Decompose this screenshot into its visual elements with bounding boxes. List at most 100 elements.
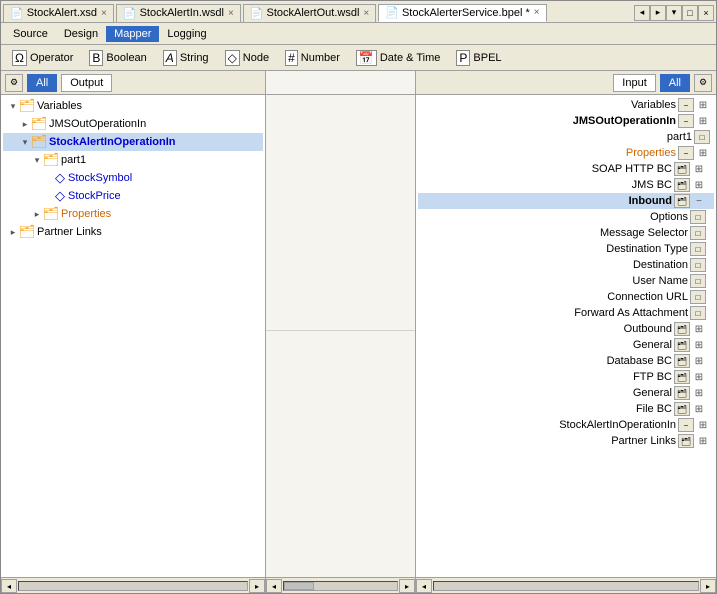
tab-close-3[interactable]: × [363,8,369,19]
rtree-options-node[interactable]: □ [690,210,706,224]
rtree-outbound-expand[interactable]: ⊞ [692,322,706,336]
rtree-inbound[interactable]: Inbound 🗂 − [418,193,714,209]
menu-logging[interactable]: Logging [159,26,214,42]
scroll-track-left[interactable] [18,581,248,591]
tree-item-variables[interactable]: ▾ 🗂 Variables [3,97,263,115]
rtree-connurl-node[interactable]: □ [690,290,706,304]
rtree-part1[interactable]: part1 □ [418,129,714,145]
tree-item-part1[interactable]: ▾ 🗂 part1 [3,151,263,169]
rtree-ftpbc-icon[interactable]: 🗂 [674,370,690,384]
tree-item-stockprice[interactable]: ◇ StockPrice [3,187,263,205]
rtree-inbound-icon[interactable]: 🗂 [674,194,690,208]
menu-source[interactable]: Source [5,26,56,42]
rtree-general2-icon[interactable]: 🗂 [674,386,690,400]
toolbar-node-btn[interactable]: ◇ Node [218,47,277,69]
rtree-stockalertin[interactable]: StockAlertInOperationIn − ⊞ [418,417,714,433]
rtree-jmsout-expand[interactable]: ⊞ [696,114,710,128]
right-panel-settings-btn[interactable]: ⚙ [694,74,712,92]
scroll-left-mid[interactable]: ◂ [266,579,282,593]
tree-item-stocksymbol[interactable]: ◇ StockSymbol [3,169,263,187]
rtree-jmsout[interactable]: JMSOutOperationIn − ⊞ [418,113,714,129]
rtree-forward[interactable]: Forward As Attachment □ [418,305,714,321]
rtree-msgselector[interactable]: Message Selector □ [418,225,714,241]
tree-item-partnerlinks[interactable]: ▸ 🗂 Partner Links [3,223,263,241]
rtree-variables-expand[interactable]: ⊞ [696,98,710,112]
rtree-databasebc-expand[interactable]: ⊞ [692,354,706,368]
rtree-general1-icon[interactable]: 🗂 [674,338,690,352]
toggle-jmsout[interactable]: ▸ [19,118,31,130]
rtree-jmsbc[interactable]: JMS BC 🗂 ⊞ [418,177,714,193]
rtree-part1-node[interactable]: □ [694,130,710,144]
rtree-forward-node[interactable]: □ [690,306,706,320]
rtree-partnerlinks[interactable]: Partner Links 🗂 ⊞ [418,433,714,449]
rtree-databasebc[interactable]: Database BC 🗂 ⊞ [418,353,714,369]
toggle-partnerlinks[interactable]: ▸ [7,226,19,238]
rtree-outbound[interactable]: Outbound 🗂 ⊞ [418,321,714,337]
toggle-part1[interactable]: ▾ [31,154,43,166]
rtree-ftpbc-expand[interactable]: ⊞ [692,370,706,384]
rtree-username[interactable]: User Name □ [418,273,714,289]
rtree-soapbc[interactable]: SOAP HTTP BC 🗂 ⊞ [418,161,714,177]
rtree-filebc-icon[interactable]: 🗂 [674,402,690,416]
menu-design[interactable]: Design [56,26,106,42]
rtree-general2-expand[interactable]: ⊞ [692,386,706,400]
rtree-desttype-node[interactable]: □ [690,242,706,256]
tab-stockalert-xsd[interactable]: 📄 StockAlert.xsd × [3,4,114,22]
scroll-track-mid[interactable] [283,581,398,591]
rtree-options[interactable]: Options □ [418,209,714,225]
rtree-filebc[interactable]: File BC 🗂 ⊞ [418,401,714,417]
scroll-track-right[interactable] [433,581,699,591]
rtree-stockalertin-icon[interactable]: − [678,418,694,432]
rtree-destination-node[interactable]: □ [690,258,706,272]
right-input-btn[interactable]: Input [613,74,655,92]
tab-dropdown[interactable]: ▾ [666,5,682,21]
toggle-properties[interactable]: ▸ [31,208,43,220]
rtree-jmsbc-expand[interactable]: ⊞ [692,178,706,192]
rtree-variables[interactable]: Variables − ⊞ [418,97,714,113]
rtree-outbound-icon[interactable]: 🗂 [674,322,690,336]
tab-scroll-left[interactable]: ◂ [634,5,650,21]
toolbar-boolean-btn[interactable]: B Boolean [82,47,153,69]
toggle-stockprice[interactable] [43,190,55,202]
tab-close-1[interactable]: × [101,8,107,19]
toolbar-bpel-btn[interactable]: P BPEL [449,47,508,69]
rtree-partnerlinks-expand[interactable]: ⊞ [696,434,710,448]
rtree-soapbc-icon[interactable]: 🗂 [674,162,690,176]
rtree-properties[interactable]: Properties − ⊞ [418,145,714,161]
left-output-btn[interactable]: Output [61,74,112,92]
rtree-connurl[interactable]: Connection URL □ [418,289,714,305]
rtree-desttype[interactable]: Destination Type □ [418,241,714,257]
tab-stockalertout-wsdl[interactable]: 📄 StockAlertOut.wsdl × [243,4,376,22]
rtree-inbound-expand[interactable]: − [692,194,706,208]
rtree-jmsout-collapse[interactable]: − [678,114,694,128]
rtree-filebc-expand[interactable]: ⊞ [692,402,706,416]
tree-item-properties[interactable]: ▸ 🗂 Properties [3,205,263,223]
tab-restore[interactable]: □ [682,5,698,21]
toolbar-string-btn[interactable]: A String [156,47,216,69]
rtree-ftpbc[interactable]: FTP BC 🗂 ⊞ [418,369,714,385]
right-all-btn[interactable]: All [660,74,690,92]
rtree-soapbc-expand[interactable]: ⊞ [692,162,706,176]
scroll-left-right[interactable]: ◂ [416,579,432,593]
rtree-databasebc-icon[interactable]: 🗂 [674,354,690,368]
scroll-right-mid[interactable]: ▸ [399,579,415,593]
toolbar-number-btn[interactable]: # Number [278,47,347,69]
rtree-destination[interactable]: Destination □ [418,257,714,273]
tab-scroll-right[interactable]: ▸ [650,5,666,21]
rtree-general1-expand[interactable]: ⊞ [692,338,706,352]
tree-item-stockalertin[interactable]: ▾ 🗂 StockAlertInOperationIn [3,133,263,151]
toolbar-operator-btn[interactable]: Ω Operator [5,47,80,69]
rtree-properties-collapse[interactable]: − [678,146,694,160]
toggle-variables[interactable]: ▾ [7,100,19,112]
rtree-properties-expand[interactable]: ⊞ [696,146,710,160]
tab-close-4[interactable]: × [534,7,540,18]
scroll-right-left[interactable]: ▸ [249,579,265,593]
tab-close-all[interactable]: × [698,5,714,21]
tab-close-2[interactable]: × [228,8,234,19]
tab-stockalertin-wsdl[interactable]: 📄 StockAlertIn.wsdl × [116,4,241,22]
rtree-stockalertin-expand[interactable]: ⊞ [696,418,710,432]
toggle-stockalertin[interactable]: ▾ [19,136,31,148]
menu-mapper[interactable]: Mapper [106,26,159,42]
rtree-partnerlinks-icon[interactable]: 🗂 [678,434,694,448]
toggle-stocksymbol[interactable] [43,172,55,184]
